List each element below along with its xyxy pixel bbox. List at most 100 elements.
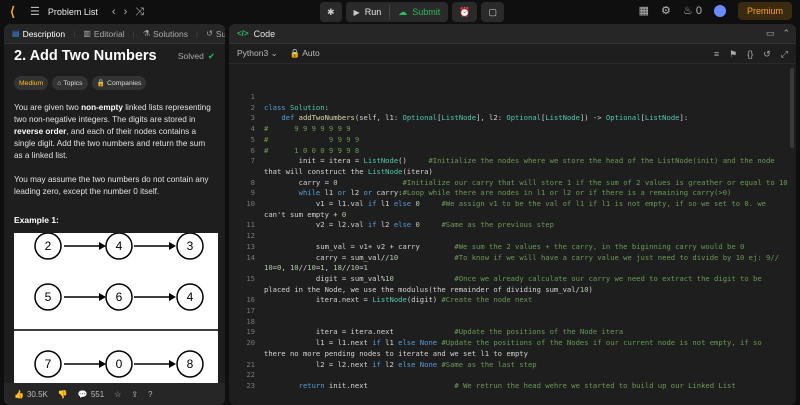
top-bar-right: ▦ ⚙ ♨ 0 Premium — [639, 2, 792, 20]
comments-button[interactable]: 💬 551 — [78, 390, 104, 399]
problem-list-link[interactable]: Problem List — [48, 7, 98, 17]
code-line: can't sum empty + 0 — [264, 209, 347, 219]
tab-editorial[interactable]: ▥ Editorial — [83, 29, 124, 39]
divider: | — [132, 28, 135, 39]
list-icon[interactable]: ☰ — [30, 5, 40, 19]
line-number: 23 — [246, 380, 255, 390]
code-line: itera = itera.next #Update the positions… — [264, 327, 624, 337]
solutions-icon: ⚗ — [142, 29, 150, 38]
page-title: 2. Add Two Numbers Solved ✔ — [14, 48, 215, 64]
line-number: 12 — [246, 231, 255, 241]
line-number: 3 — [250, 113, 255, 123]
tab-label: Submi — [215, 28, 225, 39]
collapse-icon[interactable]: ⌃ — [782, 28, 790, 39]
code-line: while l1 or l2 or carry:#Loop while ther… — [298, 188, 732, 198]
lock-icon: 🔒 — [96, 80, 106, 87]
tab-description[interactable]: ▤ Description — [12, 29, 65, 39]
code-line: carry = 0 #Initialize our carry that wil… — [264, 177, 788, 187]
companies-label: Companies — [107, 79, 142, 87]
fullscreen-icon[interactable]: ⤢ — [781, 49, 788, 60]
dislike-button[interactable]: 👎 — [58, 390, 68, 399]
maximize-icon[interactable]: ▭ — [766, 28, 775, 39]
braces-icon[interactable]: {} — [747, 49, 753, 60]
code-line: class Solution: — [264, 102, 329, 112]
format-icon[interactable]: ≡ — [714, 49, 719, 60]
code-line: l1 = l1.next if l1 else None #Update the… — [264, 338, 762, 348]
run-submit-group: ▶ Run ☁ Submit — [345, 2, 449, 22]
chevron-left-icon[interactable]: ‹ — [112, 5, 116, 19]
language-select[interactable]: Python3 ⌄ — [237, 48, 278, 59]
line-number: 1 — [250, 92, 255, 101]
settings-icon[interactable]: ⚙ — [661, 4, 671, 18]
auto-mode-toggle[interactable]: 🔒 Auto — [290, 48, 320, 59]
streak-counter[interactable]: ♨ 0 — [683, 4, 702, 18]
tab-submissions[interactable]: ↺Submi — [206, 29, 225, 39]
code-line: 10=0, 10//10=1, 18//10=1 — [264, 263, 368, 273]
reset-icon[interactable]: ↺ — [763, 49, 771, 60]
line-number: 11 — [246, 220, 255, 230]
line-number: 22 — [246, 370, 255, 380]
tag-icon: ⌂ — [57, 79, 62, 87]
premium-button[interactable]: Premium — [737, 2, 792, 20]
arrow-head — [169, 242, 176, 250]
bookmark-icon[interactable]: ⚑ — [729, 49, 737, 60]
description-panel: ▤ Description | ▥ Editorial | ⚗ Solutions |… — [4, 24, 225, 405]
chevron-down-icon: ⌄ — [270, 48, 278, 58]
line-number: 20 — [246, 338, 255, 348]
share-icon: ⇪ — [131, 389, 139, 399]
thumbs-down-icon: 👎 — [57, 389, 68, 399]
layout-icon[interactable]: ▦ — [639, 4, 649, 18]
code-line: # 9 9 9 9 — [264, 134, 360, 144]
submit-label: Submit — [412, 7, 441, 17]
tab-solutions[interactable]: ⚗ Solutions — [143, 29, 188, 39]
code-line: itera.next = ListNode(digit) #Create the… — [264, 295, 533, 305]
run-button[interactable]: ▶ Run — [346, 2, 390, 22]
example-diagram: 2 4 3 5 6 4 7 0 8 — [14, 232, 218, 383]
favorite-button[interactable]: ☆ — [114, 390, 121, 399]
editor-toolbar: Python3 ⌄ 🔒 Auto — [229, 44, 796, 64]
topics-chip[interactable]: ⌂ Topics — [52, 76, 88, 90]
line-number: 4 — [250, 124, 255, 134]
statement-text: You are given two — [14, 103, 82, 112]
editor-scrollbar[interactable] — [790, 68, 794, 148]
node-value: 4 — [116, 239, 123, 253]
arrow-head — [99, 293, 106, 301]
share-button[interactable]: ⇪ — [131, 390, 138, 399]
code-line: # 9 9 9 9 9 9 9 — [264, 124, 351, 134]
leetcode-logo-icon[interactable]: ⟨ — [10, 5, 22, 19]
companies-chip[interactable]: 🔒 Companies — [91, 76, 147, 90]
like-button[interactable]: 👍 30.5K — [14, 390, 48, 399]
top-bar-left: ⟨ ☰ Problem List ‹ › ⤨ — [0, 5, 300, 19]
shuffle-icon[interactable]: ⤨ — [135, 5, 144, 19]
avatar[interactable] — [713, 5, 726, 17]
line-number: 16 — [246, 295, 255, 305]
submit-button[interactable]: ☁ Submit — [390, 2, 448, 22]
notes-button[interactable]: ▢ — [481, 2, 504, 22]
node-value: 4 — [187, 290, 194, 304]
arrow-head — [99, 242, 106, 250]
code-line: sum_val = v1+ v2 + carry #We sum the 2 v… — [264, 241, 745, 251]
code-editor[interactable]: 1 2 class Solution: 3 def addTwoNumbers(sel… — [229, 68, 796, 405]
code-line: placed in the Node, we use the modulus(t… — [264, 284, 593, 294]
tab-label: Editorial — [93, 28, 125, 39]
like-count: 30.5K — [26, 389, 48, 399]
timer-button[interactable]: ⏰ — [452, 2, 478, 22]
comment-icon: 💬 — [77, 389, 88, 399]
language-label: Python3 — [237, 48, 269, 58]
code-header: </> Code — [229, 24, 796, 44]
topics-label: Topics — [63, 79, 83, 87]
difficulty-badge[interactable]: Medium — [14, 76, 49, 90]
line-number: 8 — [250, 177, 255, 187]
debug-button[interactable]: ✱ — [320, 2, 342, 22]
chevron-right-icon[interactable]: › — [124, 5, 128, 19]
node-value: 5 — [45, 290, 52, 304]
help-button[interactable]: ? — [148, 390, 152, 399]
example-heading: Example 1: — [14, 215, 59, 225]
line-number: 2 — [250, 102, 255, 112]
auto-label: Auto — [302, 48, 320, 58]
tag-chips: Medium ⌂ Topics 🔒 Companies — [14, 76, 215, 90]
node-value: 8 — [187, 357, 194, 371]
code-icon: </> — [237, 29, 249, 38]
problem-note: You may assume the two numbers do not co… — [14, 175, 209, 196]
run-controls: ✱ ▶ Run ☁ Submit ⏰ ▢ — [320, 2, 504, 22]
